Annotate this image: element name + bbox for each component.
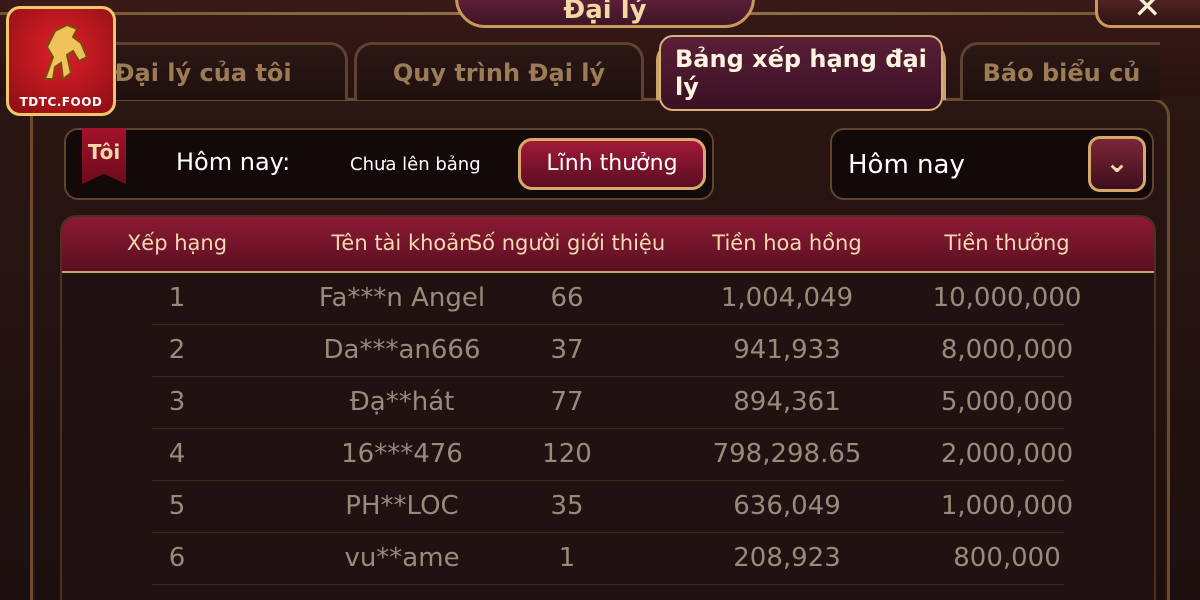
tab-label: Quy trình Đại lý: [392, 58, 606, 87]
tab-reports[interactable]: Báo biểu củ: [960, 42, 1160, 100]
tab-agency-process[interactable]: Quy trình Đại lý: [354, 42, 644, 100]
table-row: 2 Da***an666 37 941,933 8,000,000: [62, 325, 1154, 377]
rank-status: Chưa lên bảng: [350, 154, 481, 175]
column-header-rank: Xếp hạng: [126, 231, 228, 255]
tab-agency-ranking[interactable]: Bảng xếp hạng đại lý: [656, 34, 946, 111]
tab-label: Đại lý của tôi: [114, 58, 292, 87]
cell-commission: 1,004,049: [720, 283, 854, 313]
chevron-down-icon[interactable]: ⌄: [1088, 136, 1146, 192]
cell-commission: 636,049: [733, 491, 841, 521]
cell-rank: 6: [168, 543, 186, 573]
cell-rank: 3: [168, 387, 186, 417]
cell-reward: 5,000,000: [940, 387, 1074, 417]
cell-referrals: 77: [550, 387, 584, 417]
table-row: 3 Đạ**hát 77 894,361 5,000,000: [62, 377, 1154, 429]
column-header-commission: Tiền hoa hồng: [712, 231, 862, 255]
horse-icon: [43, 23, 89, 81]
cell-referrals: 120: [542, 439, 592, 469]
logo-text: TDTC.FOOD: [19, 95, 103, 109]
column-header-reward: Tiền thưởng: [944, 231, 1070, 255]
period-select[interactable]: Hôm nay ⌄: [830, 128, 1154, 200]
tab-label: Báo biểu củ: [982, 58, 1141, 87]
column-header-referrals: Số người giới thiệu: [468, 231, 666, 255]
cell-commission: 798,298.65: [712, 439, 862, 469]
cell-reward: 800,000: [953, 543, 1061, 573]
cell-commission: 894,361: [733, 387, 841, 417]
cell-rank: 2: [168, 335, 186, 365]
cell-commission: 208,923: [733, 543, 841, 573]
table-row: 6 vu**ame 1 208,923 800,000: [62, 533, 1154, 585]
row-divider: [152, 584, 1064, 585]
cell-reward: 1,000,000: [940, 491, 1074, 521]
me-badge: Tôi: [82, 128, 126, 184]
today-label: Hôm nay:: [176, 148, 291, 176]
cell-rank: 5: [168, 491, 186, 521]
cell-reward: 2,000,000: [940, 439, 1074, 469]
cell-reward: 10,000,000: [932, 283, 1082, 313]
cell-referrals: 1: [558, 543, 576, 573]
table-header: Xếp hạng Tên tài khoản Số người giới thi…: [62, 217, 1154, 273]
cell-reward: 8,000,000: [940, 335, 1074, 365]
app-logo: TDTC.FOOD: [6, 6, 116, 116]
cell-rank: 4: [168, 439, 186, 469]
my-rank-bar: Tôi Hôm nay: Chưa lên bảng Lĩnh thưởng: [64, 128, 714, 200]
close-icon: ✕: [1133, 0, 1162, 27]
tab-label: Bảng xếp hạng đại lý: [659, 34, 943, 111]
cell-referrals: 66: [550, 283, 584, 313]
cell-commission: 941,933: [733, 335, 841, 365]
ranking-table: Xếp hạng Tên tài khoản Số người giới thi…: [60, 215, 1156, 600]
table-row: 5 PH**LOC 35 636,049 1,000,000: [62, 481, 1154, 533]
cell-referrals: 35: [550, 491, 584, 521]
cell-rank: 1: [168, 283, 186, 313]
claim-reward-button[interactable]: Lĩnh thưởng: [518, 138, 706, 190]
period-select-value: Hôm nay: [848, 150, 965, 180]
cell-referrals: 37: [550, 335, 584, 365]
table-row: 4 16***476 120 798,298.65 2,000,000: [62, 429, 1154, 481]
table-row: 1 Fa***n Angel 66 1,004,049 10,000,000: [62, 273, 1154, 325]
window-title: Đại lý: [455, 0, 755, 28]
close-button[interactable]: ✕: [1095, 0, 1200, 28]
